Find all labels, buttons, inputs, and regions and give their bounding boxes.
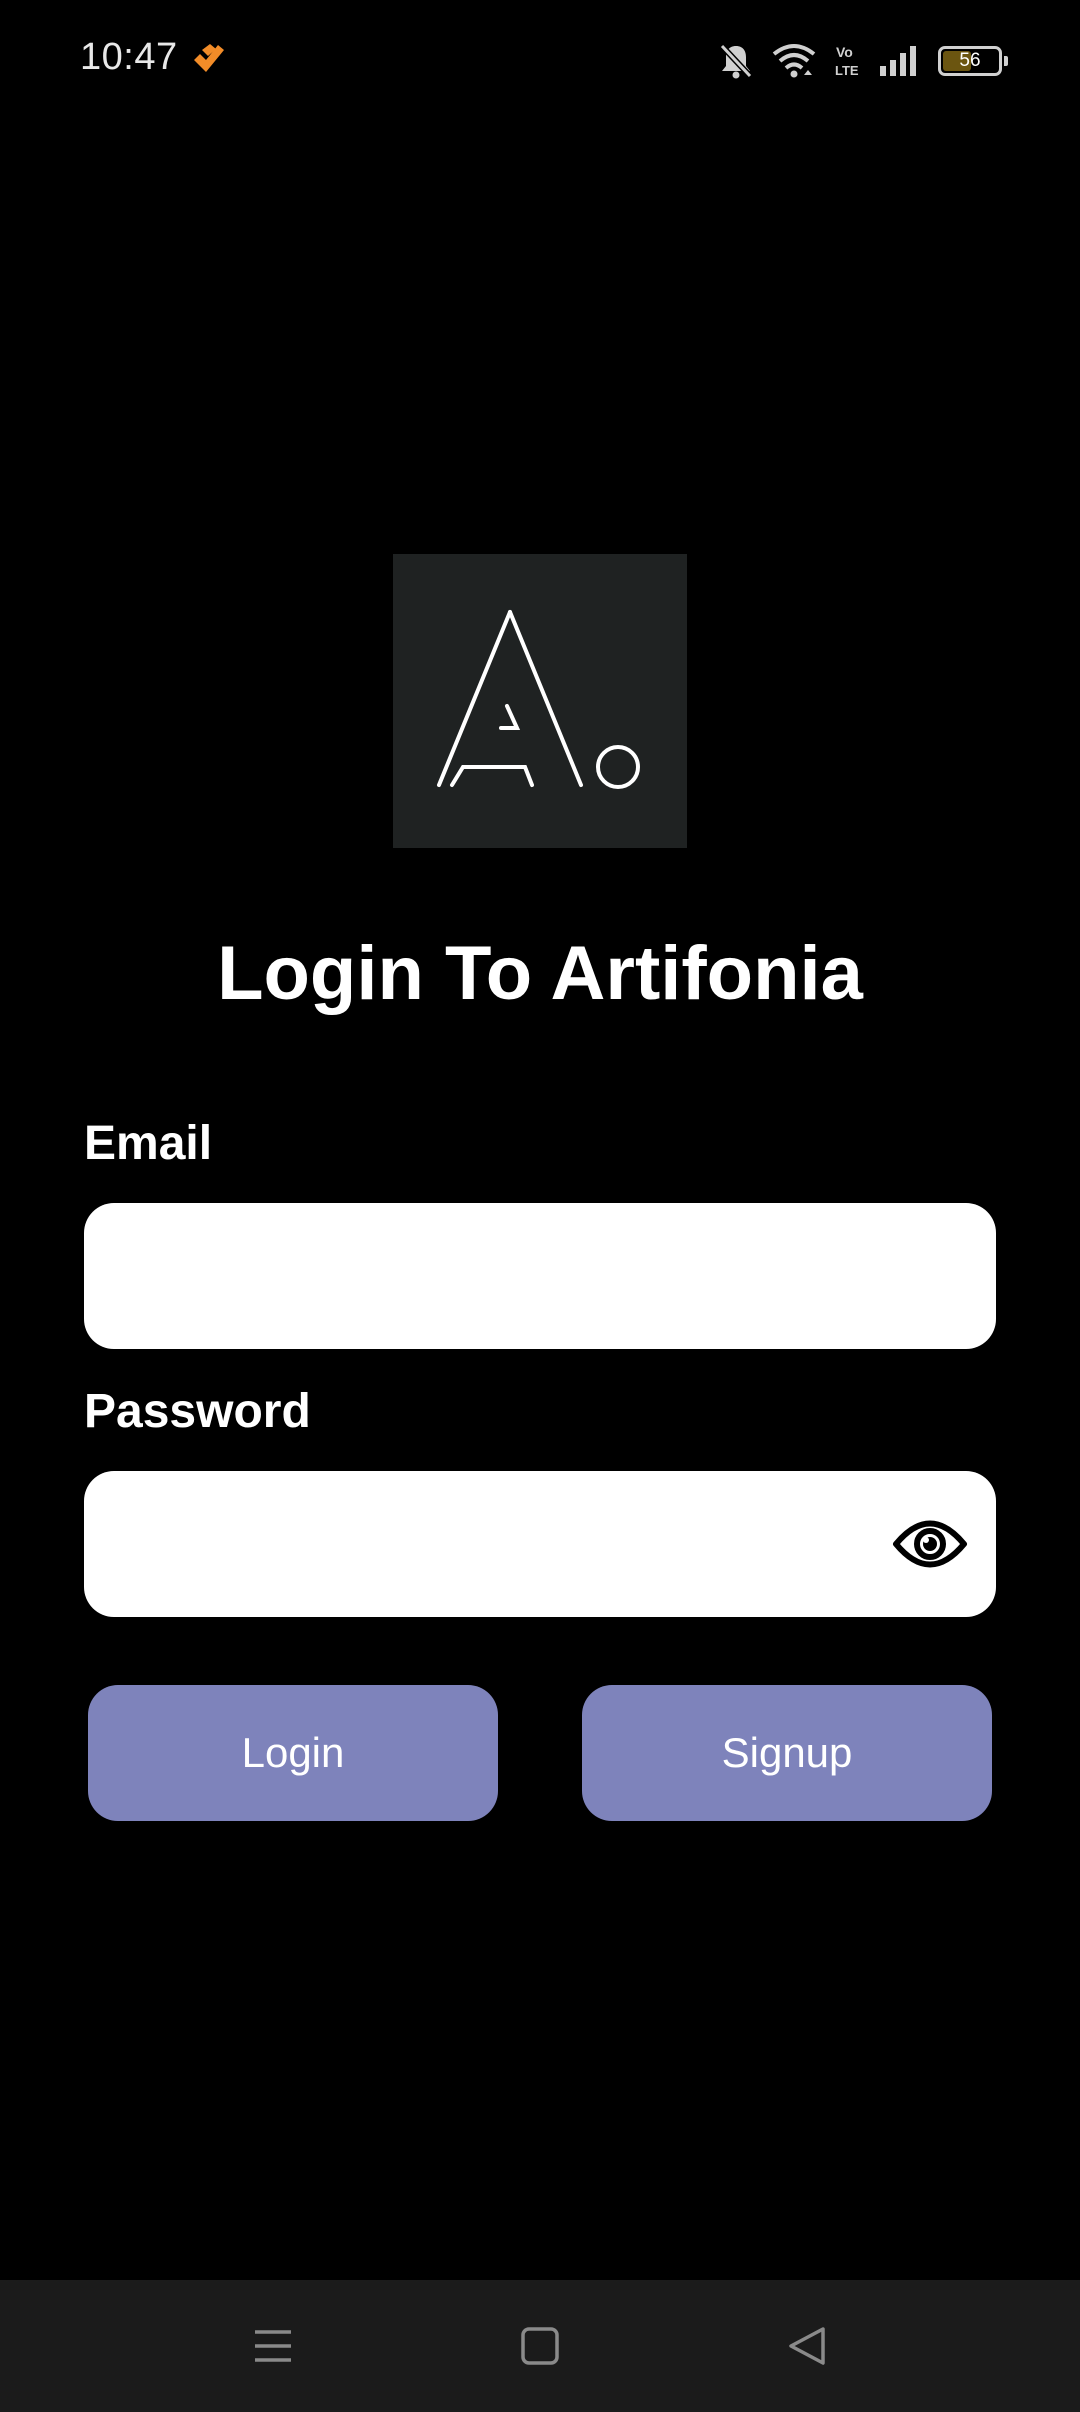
password-label: Password — [84, 1385, 311, 1438]
email-label: Email — [84, 1117, 213, 1170]
home-icon — [521, 2327, 559, 2365]
mute-icon — [718, 42, 754, 80]
battery-icon: 56 — [938, 46, 1008, 76]
wifi-icon — [772, 42, 816, 80]
status-icons: Vo LTE 56 — [718, 38, 1008, 84]
svg-text:LTE: LTE — [835, 63, 859, 78]
home-button[interactable] — [460, 2280, 620, 2412]
app-notification-icon — [190, 42, 228, 76]
email-field[interactable] — [114, 1203, 874, 1349]
svg-text:Vo: Vo — [836, 44, 853, 60]
status-bar: 10:47 Vo LTE 56 — [0, 0, 1080, 125]
navigation-bar — [0, 2280, 1080, 2412]
email-field-container — [84, 1203, 996, 1349]
back-button[interactable] — [727, 2280, 887, 2412]
signal-icon — [878, 44, 920, 78]
battery-level: 56 — [959, 50, 981, 71]
signup-button[interactable]: Signup — [582, 1685, 992, 1821]
password-field-container — [84, 1471, 996, 1617]
volte-icon: Vo LTE — [834, 42, 860, 80]
artifonia-logo-icon — [437, 610, 640, 789]
password-field[interactable] — [114, 1471, 874, 1617]
menu-icon — [255, 2330, 291, 2362]
recent-apps-button[interactable] — [193, 2280, 353, 2412]
page-title: Login To Artifonia — [217, 931, 863, 1016]
app-logo — [393, 554, 687, 848]
eye-icon[interactable] — [892, 1513, 968, 1575]
back-icon — [789, 2327, 825, 2365]
login-button[interactable]: Login — [88, 1685, 498, 1821]
status-time: 10:47 — [80, 36, 178, 78]
